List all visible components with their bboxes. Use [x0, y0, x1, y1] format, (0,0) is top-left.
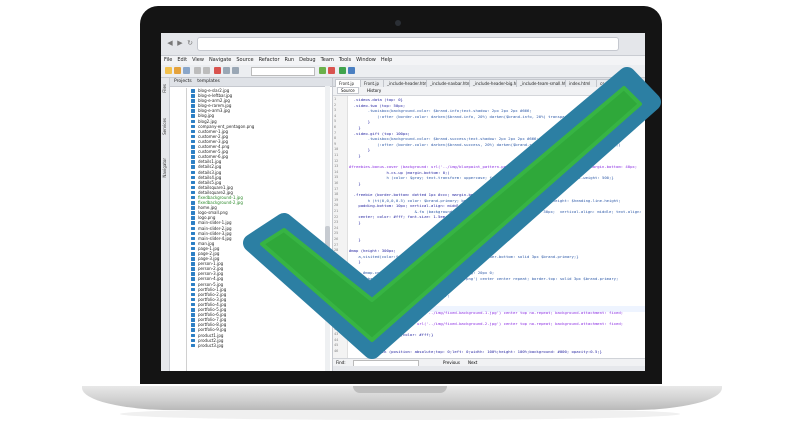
checkmark-overlay: [243, 67, 661, 359]
